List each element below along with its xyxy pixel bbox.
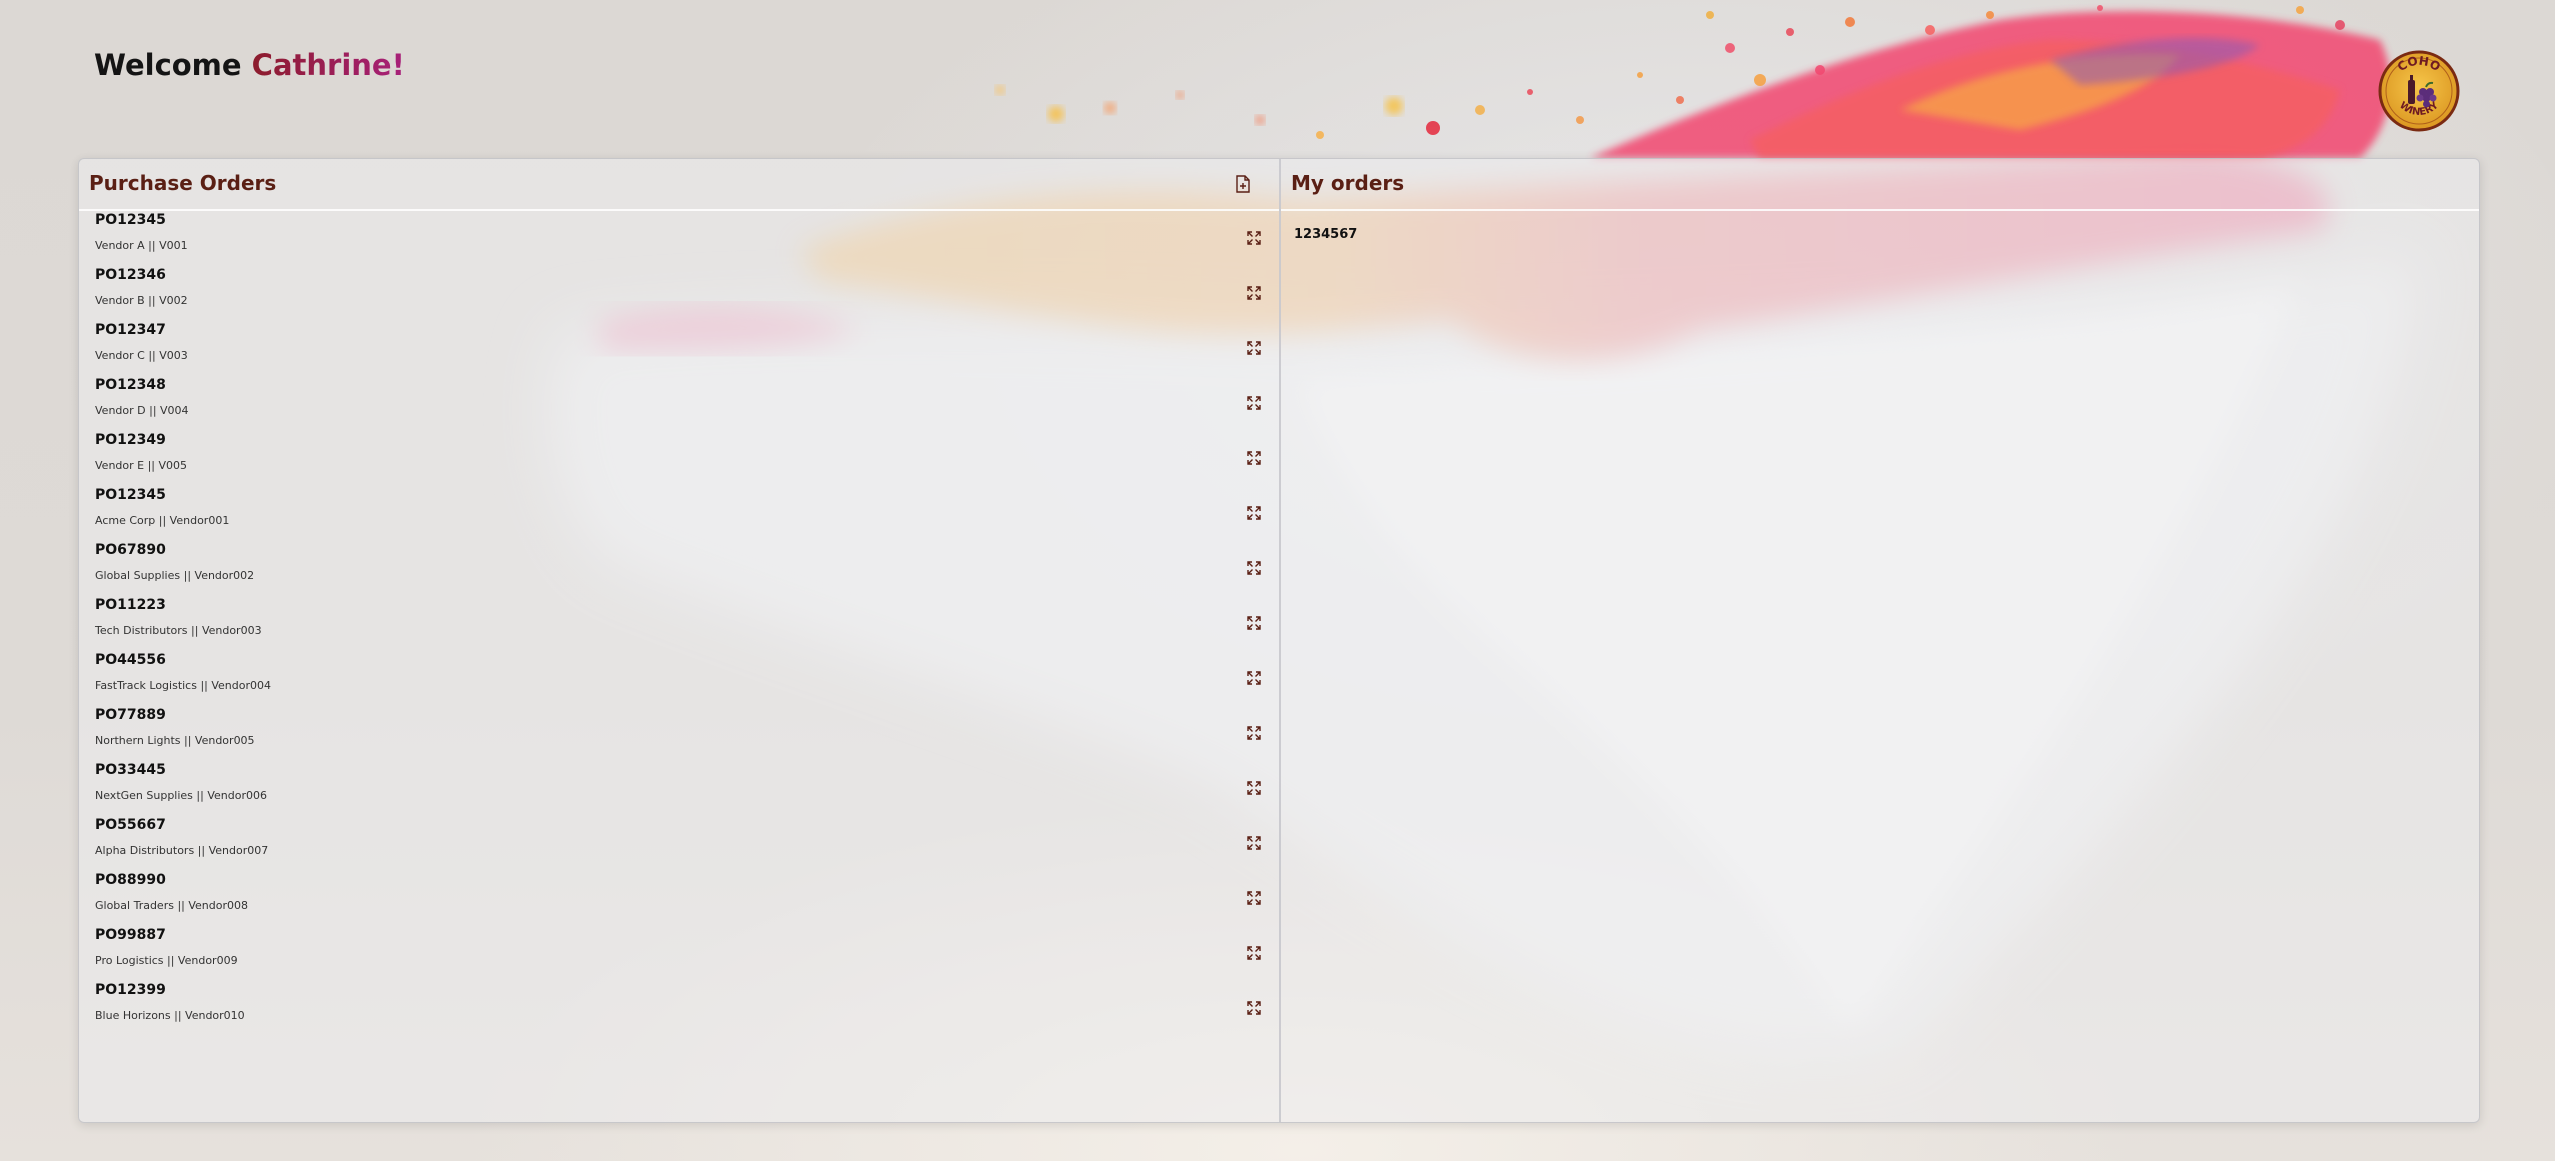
- my-orders-header: My orders: [1281, 159, 2479, 211]
- orders-card: Purchase Orders PO12345 Vendor A || V001 P…: [78, 158, 2480, 1123]
- po-number: PO77889: [95, 707, 166, 723]
- expand-icon: [1247, 891, 1261, 905]
- expand-icon: [1247, 781, 1261, 795]
- expand-icon: [1247, 836, 1261, 850]
- purchase-order-row[interactable]: PO11223 Tech Distributors || Vendor003: [79, 596, 1279, 651]
- po-vendor: NextGen Supplies || Vendor006: [95, 789, 267, 802]
- purchase-order-row[interactable]: PO55667 Alpha Distributors || Vendor007: [79, 816, 1279, 871]
- purchase-orders-title: Purchase Orders: [89, 171, 277, 195]
- purchase-order-row[interactable]: PO12345 Vendor A || V001: [79, 211, 1279, 266]
- expand-button[interactable]: [1243, 502, 1265, 524]
- expand-icon: [1247, 616, 1261, 630]
- my-order-item[interactable]: 1234567: [1294, 227, 1357, 242]
- expand-icon: [1247, 451, 1261, 465]
- expand-button[interactable]: [1243, 997, 1265, 1019]
- purchase-order-row[interactable]: PO12399 Blue Horizons || Vendor010: [79, 981, 1279, 1036]
- po-number: PO99887: [95, 927, 166, 943]
- expand-button[interactable]: [1243, 777, 1265, 799]
- purchase-order-row[interactable]: PO12346 Vendor B || V002: [79, 266, 1279, 321]
- expand-icon: [1247, 1001, 1261, 1015]
- expand-button[interactable]: [1243, 557, 1265, 579]
- purchase-order-row[interactable]: PO12349 Vendor E || V005: [79, 431, 1279, 486]
- expand-icon: [1247, 341, 1261, 355]
- expand-icon: [1247, 506, 1261, 520]
- purchase-orders-header: Purchase Orders: [79, 159, 1279, 211]
- po-number: PO33445: [95, 762, 166, 778]
- purchase-order-row[interactable]: PO99887 Pro Logistics || Vendor009: [79, 926, 1279, 981]
- welcome-prefix: Welcome: [94, 48, 252, 82]
- po-vendor: Acme Corp || Vendor001: [95, 514, 230, 527]
- po-number: PO67890: [95, 542, 166, 558]
- expand-button[interactable]: [1243, 227, 1265, 249]
- expand-button[interactable]: [1243, 832, 1265, 854]
- my-orders-title: My orders: [1291, 171, 1405, 195]
- po-vendor: Global Traders || Vendor008: [95, 899, 249, 912]
- po-vendor: FastTrack Logistics || Vendor004: [95, 679, 272, 692]
- po-vendor: Pro Logistics || Vendor009: [95, 954, 238, 967]
- purchase-order-row[interactable]: PO33445 NextGen Supplies || Vendor006: [79, 761, 1279, 816]
- export-button[interactable]: [1232, 173, 1254, 195]
- expand-button[interactable]: [1243, 722, 1265, 744]
- purchase-order-row[interactable]: PO77889 Northern Lights || Vendor005: [79, 706, 1279, 761]
- purchase-order-row[interactable]: PO12348 Vendor D || V004: [79, 376, 1279, 431]
- po-number: PO55667: [95, 817, 166, 833]
- purchase-order-list: PO12345 Vendor A || V001 PO12346 Vendor B |…: [79, 211, 1279, 1036]
- expand-icon: [1247, 286, 1261, 300]
- po-number: PO12345: [95, 212, 166, 228]
- po-vendor: Vendor C || V003: [95, 349, 188, 362]
- expand-button[interactable]: [1243, 282, 1265, 304]
- po-vendor: Vendor D || V004: [95, 404, 189, 417]
- po-vendor: Vendor A || V001: [95, 239, 188, 252]
- purchase-order-row[interactable]: PO88990 Global Traders || Vendor008: [79, 871, 1279, 926]
- expand-icon: [1247, 671, 1261, 685]
- expand-icon: [1247, 726, 1261, 740]
- purchase-order-row[interactable]: PO67890 Global Supplies || Vendor002: [79, 541, 1279, 596]
- purchase-orders-panel: Purchase Orders PO12345 Vendor A || V001 P…: [79, 159, 1281, 1122]
- po-number: PO88990: [95, 872, 166, 888]
- expand-icon: [1247, 231, 1261, 245]
- po-vendor: Vendor B || V002: [95, 294, 188, 307]
- po-vendor: Tech Distributors || Vendor003: [95, 624, 262, 637]
- expand-icon: [1247, 946, 1261, 960]
- purchase-order-row[interactable]: PO44556 FastTrack Logistics || Vendor004: [79, 651, 1279, 706]
- expand-icon: [1247, 561, 1261, 575]
- file-plus-icon: [1236, 175, 1250, 193]
- purchase-order-row[interactable]: PO12347 Vendor C || V003: [79, 321, 1279, 376]
- po-number: PO11223: [95, 597, 166, 613]
- expand-icon: [1247, 396, 1261, 410]
- expand-button[interactable]: [1243, 942, 1265, 964]
- po-number: PO12348: [95, 377, 166, 393]
- my-orders-panel: My orders 1234567: [1281, 159, 2479, 1122]
- po-vendor: Alpha Distributors || Vendor007: [95, 844, 269, 857]
- po-vendor: Vendor E || V005: [95, 459, 188, 472]
- expand-button[interactable]: [1243, 447, 1265, 469]
- welcome-heading: Welcome Cathrine!: [94, 48, 405, 82]
- user-name: Cathrine!: [251, 48, 405, 82]
- expand-button[interactable]: [1243, 612, 1265, 634]
- purchase-order-row[interactable]: PO12345 Acme Corp || Vendor001: [79, 486, 1279, 541]
- po-number: PO12349: [95, 432, 166, 448]
- po-vendor: Northern Lights || Vendor005: [95, 734, 255, 747]
- expand-button[interactable]: [1243, 337, 1265, 359]
- po-number: PO12346: [95, 267, 166, 283]
- expand-button[interactable]: [1243, 887, 1265, 909]
- po-number: PO12347: [95, 322, 166, 338]
- coho-winery-logo[interactable]: COHO WINERY: [2378, 50, 2460, 132]
- po-number: PO12399: [95, 982, 166, 998]
- po-vendor: Global Supplies || Vendor002: [95, 569, 255, 582]
- expand-button[interactable]: [1243, 392, 1265, 414]
- expand-button[interactable]: [1243, 667, 1265, 689]
- po-number: PO12345: [95, 487, 166, 503]
- po-number: PO44556: [95, 652, 166, 668]
- po-vendor: Blue Horizons || Vendor010: [95, 1009, 245, 1022]
